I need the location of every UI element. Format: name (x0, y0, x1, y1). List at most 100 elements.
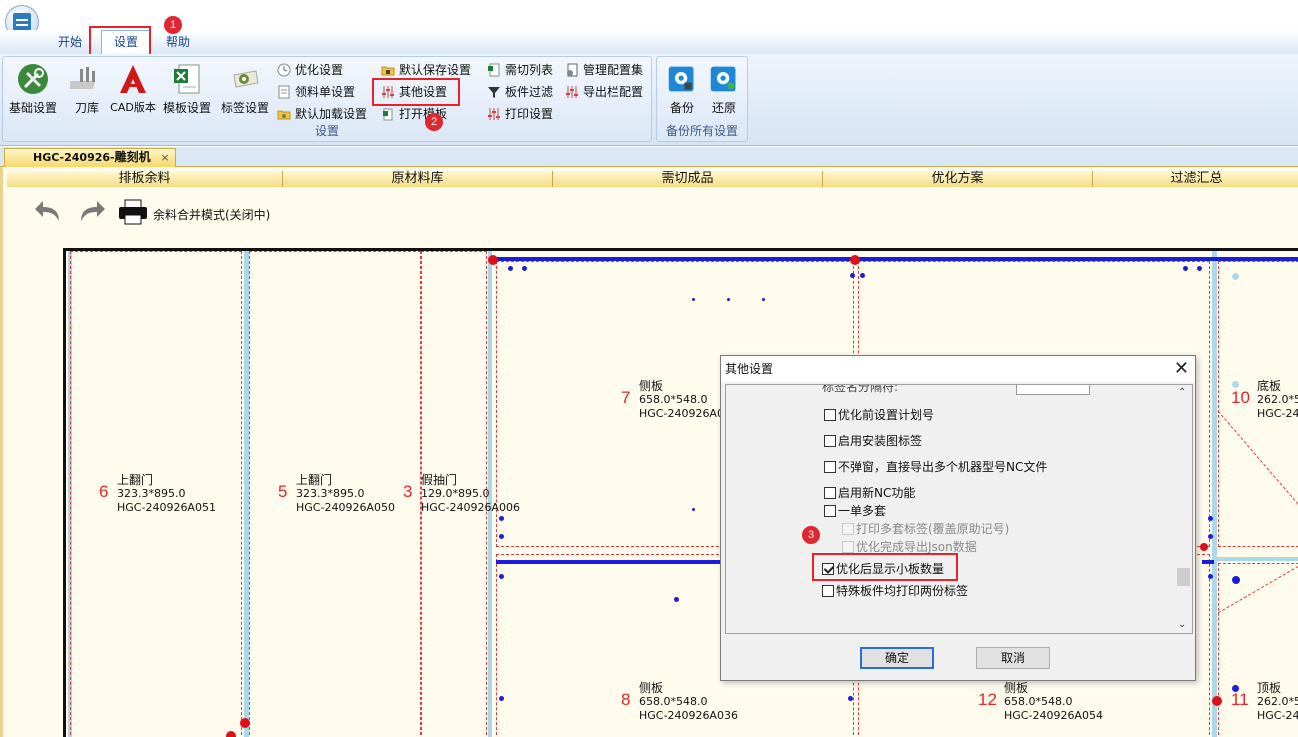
option-special-print-twice[interactable]: 特殊板件均打印两份标签 (822, 583, 968, 599)
restore-label: 还原 (711, 101, 736, 115)
part-number: 3 (403, 482, 413, 501)
tab-optimize-plan[interactable]: 优化方案 (823, 171, 1093, 187)
tab-cut-products[interactable]: 需切成品 (553, 171, 823, 187)
board-cut-strip (1212, 251, 1217, 737)
undo-icon[interactable] (33, 197, 65, 227)
option-label: 启用安装图标签 (838, 434, 923, 448)
part-name: 底板 (1257, 379, 1282, 393)
chevron-up-icon[interactable]: ⌃ (1178, 387, 1186, 398)
tab-start[interactable]: 开始 (46, 34, 94, 54)
separator-input[interactable] (1016, 385, 1090, 395)
app-menu-icon (13, 13, 31, 31)
other-settings-button[interactable]: 其他设置 (381, 82, 447, 102)
close-icon[interactable]: ✕ (1174, 357, 1189, 381)
cad-version-label: CAD版本 (110, 101, 156, 114)
part-label[interactable]: 6 上翻门 323.3*895.0 HGC-240926A051 (99, 473, 216, 515)
backup-button[interactable]: 备份 (661, 61, 703, 115)
default-load-settings-button[interactable]: 默认加载设置 (277, 104, 367, 124)
restore-button[interactable]: 还原 (703, 61, 745, 115)
tab-settings[interactable]: 设置 (101, 30, 152, 54)
marker-dot (1212, 696, 1222, 706)
tab-help[interactable]: 帮助 (154, 34, 202, 54)
printer-icon[interactable] (117, 197, 149, 227)
marker-dot (240, 718, 250, 728)
marker-dot (226, 731, 236, 737)
label-settings-button[interactable]: 标签设置 (217, 61, 273, 115)
option-new-nc[interactable]: 启用新NC功能 (824, 485, 915, 501)
redo-icon[interactable] (75, 197, 107, 227)
wrench-screwdriver-icon (18, 64, 48, 94)
part-code: HGC-240926A006 (421, 501, 520, 514)
dialog-title: 其他设置 (725, 362, 774, 376)
part-label[interactable]: 3 假抽门 129.0*895.0 HGC-240926A006 (403, 473, 520, 515)
option-plan-number[interactable]: 优化前设置计划号 (824, 407, 934, 423)
drill-hole (508, 266, 513, 271)
groove-line (1202, 560, 1214, 564)
board-filter-button[interactable]: 板件过滤 (487, 82, 553, 102)
dialog-scrollbar[interactable]: ⌃ ⌄ (1174, 385, 1192, 633)
checkbox[interactable] (824, 487, 836, 499)
option-label: 特殊板件均打印两份标签 (836, 584, 969, 598)
board-filter-label: 板件过滤 (505, 85, 554, 99)
checkbox[interactable] (824, 409, 836, 421)
tab-raw-material[interactable]: 原材料库 (283, 171, 553, 187)
part-label[interactable]: 5 上翻门 323.3*895.0 HGC-240926A050 (278, 473, 395, 515)
part-size: 129.0*895.0 (421, 487, 490, 500)
gear-backup-icon (668, 66, 694, 92)
cut-list-button[interactable]: 需切列表 (487, 60, 553, 80)
part-name: 上翻门 (296, 473, 333, 487)
basic-settings-button[interactable]: 基础设置 (5, 61, 61, 115)
ok-button[interactable]: 确定 (860, 647, 934, 669)
label-settings-label: 标签设置 (220, 101, 269, 115)
tab-leftover-layout[interactable]: 排板余料 (7, 171, 283, 187)
drill-hole (674, 597, 679, 602)
default-save-settings-button[interactable]: 默认保存设置 (381, 60, 471, 80)
document-tab[interactable]: HGC-240926-雕刻机 × (4, 148, 176, 167)
checkbox[interactable] (824, 435, 836, 447)
part-code: HGC-240926A036 (639, 709, 738, 722)
option-install-label[interactable]: 启用安装图标签 (824, 433, 922, 449)
dialog-titlebar[interactable]: 其他设置 ✕ (721, 356, 1195, 382)
step-badge-1: 1 (164, 16, 182, 34)
merge-mode-label[interactable]: 余料合并模式(关闭中) (153, 206, 270, 223)
chevron-down-icon[interactable]: ⌄ (1178, 619, 1186, 630)
dialog-options-panel[interactable]: 标签名分隔符: 优化前设置计划号 启用安装图标签 不弹窗，直接导出多个机器型号N… (725, 384, 1193, 634)
drill-hole (1197, 266, 1202, 271)
print-settings-button[interactable]: 打印设置 (487, 104, 553, 124)
drill-hole (1232, 576, 1240, 584)
checkbox[interactable] (822, 585, 834, 597)
optimize-settings-button[interactable]: 优化设置 (277, 60, 343, 80)
filter-icon (488, 87, 500, 98)
label-gear-icon (233, 70, 259, 88)
part-code: HGC-240926A051 (117, 501, 216, 514)
part-label[interactable]: 12 侧板 658.0*548.0 HGC-240926A054 (978, 681, 1103, 723)
close-icon[interactable]: × (160, 149, 169, 166)
tab-filter-summary[interactable]: 过滤汇总 (1093, 171, 1298, 187)
part-label[interactable]: 10 底板 262.0*54 HGC-240 (1231, 379, 1298, 421)
basic-settings-label: 基础设置 (8, 101, 57, 115)
drill-hole (850, 273, 855, 278)
cad-version-button[interactable]: CAD版本 (105, 61, 161, 114)
drill-hole (692, 508, 695, 511)
checkbox[interactable] (824, 461, 836, 473)
template-settings-button[interactable]: 模板设置 (159, 61, 215, 115)
material-slip-settings-button[interactable]: 领料单设置 (277, 82, 355, 102)
option-export-multi-nc[interactable]: 不弹窗，直接导出多个机器型号NC文件 (824, 459, 1047, 475)
option-show-small-board-count[interactable]: 优化后显示小板数量 (822, 561, 944, 577)
option-multi-set[interactable]: 一单多套 (824, 503, 886, 519)
export-column-config-button[interactable]: 导出栏配置 (565, 82, 643, 102)
part-label[interactable]: 8 侧板 658.0*548.0 HGC-240926A036 (621, 681, 738, 723)
part-number: 11 (1231, 690, 1249, 709)
checkbox-checked[interactable] (822, 563, 834, 575)
manage-config-set-button[interactable]: 管理配置集 (565, 60, 643, 80)
cancel-button[interactable]: 取消 (976, 647, 1050, 669)
groove-line (496, 560, 724, 564)
scroll-thumb[interactable] (1177, 568, 1190, 586)
excel-template-icon (174, 64, 200, 94)
checkbox[interactable] (824, 505, 836, 517)
material-slip-settings-label: 领料单设置 (295, 85, 356, 99)
part-size: 323.3*895.0 (117, 487, 186, 500)
part-label[interactable]: 11 顶板 262.0*54 HGC-240 (1231, 681, 1298, 723)
config-icon (567, 63, 578, 77)
export-column-config-label: 导出栏配置 (583, 85, 644, 99)
